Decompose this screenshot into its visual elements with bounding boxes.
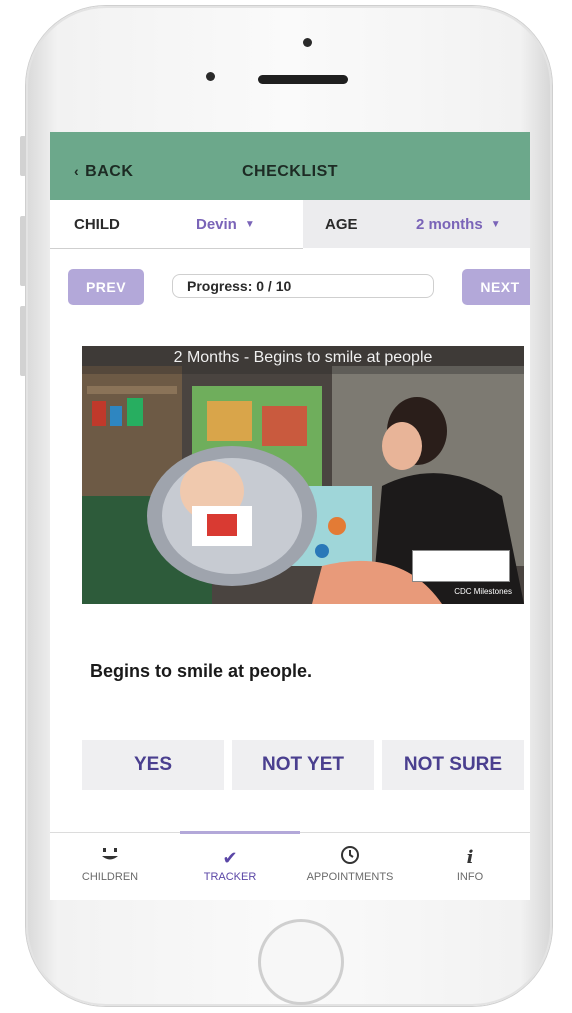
photo-badge: CDC Milestones <box>454 587 512 596</box>
front-camera <box>206 72 215 81</box>
app-header: ‹ BACK CHECKLIST <box>50 132 530 200</box>
volume-up-button <box>20 216 26 286</box>
earpiece-speaker <box>258 75 348 84</box>
age-selector[interactable]: AGE 2 months ▼ <box>303 200 530 248</box>
age-dropdown[interactable]: 2 months ▼ <box>416 216 501 233</box>
selector-row: CHILD Devin ▼ AGE 2 months ▼ <box>50 200 530 249</box>
milestone-photo: 2 Months - Begins to smile at people CDC… <box>82 346 524 604</box>
progress-bar: Progress: 0 / 10 <box>172 274 434 298</box>
checkmark-icon: ✔ <box>222 848 238 868</box>
tab-tracker[interactable]: ✔ TRACKER <box>170 845 290 883</box>
home-button[interactable] <box>258 919 344 1005</box>
tab-appointments[interactable]: APPOINTMENTS <box>290 845 410 883</box>
prev-button[interactable]: PREV <box>68 269 144 305</box>
child-label: CHILD <box>74 216 120 233</box>
tab-label: APPOINTMENTS <box>306 871 394 883</box>
child-value: Devin <box>196 216 237 233</box>
tab-label: CHILDREN <box>81 871 139 883</box>
caret-down-icon: ▼ <box>244 219 255 230</box>
tab-label: INFO <box>456 871 484 883</box>
proximity-sensor <box>303 38 312 47</box>
not-sure-button[interactable]: NOT SURE <box>382 740 524 790</box>
tab-label: TRACKER <box>203 871 257 883</box>
milestone-question: Begins to smile at people. <box>90 661 313 681</box>
smiley-face-icon-svg <box>102 848 118 860</box>
progress-text: Progress: 0 / 10 <box>187 278 292 294</box>
clock-icon-svg <box>341 846 359 864</box>
info-icon: i <box>466 847 474 868</box>
badge-card <box>412 550 510 582</box>
smiley-face-icon <box>50 845 170 871</box>
photo-caption: 2 Months - Begins to smile at people <box>82 346 524 374</box>
age-label: AGE <box>325 216 358 233</box>
tab-info[interactable]: i INFO <box>410 845 530 883</box>
tab-children[interactable]: CHILDREN <box>50 845 170 883</box>
not-yet-button[interactable]: NOT YET <box>232 740 374 790</box>
age-value: 2 months <box>416 216 483 233</box>
tab-bar: CHILDREN ✔ TRACKER APPOINTMENTS i INFO <box>50 831 530 900</box>
next-button[interactable]: NEXT <box>462 269 530 305</box>
mute-switch <box>20 136 26 176</box>
volume-down-button <box>20 306 26 376</box>
app-screen: ‹ BACK CHECKLIST CHILD Devin ▼ AGE 2 month… <box>50 132 530 900</box>
child-dropdown[interactable]: Devin ▼ <box>196 216 255 233</box>
caret-down-icon: ▼ <box>490 219 501 230</box>
child-selector[interactable]: CHILD Devin ▼ <box>50 200 303 249</box>
clock-icon <box>290 845 410 871</box>
active-tab-indicator <box>180 831 300 834</box>
page-title: CHECKLIST <box>241 163 339 180</box>
yes-button[interactable]: YES <box>82 740 224 790</box>
